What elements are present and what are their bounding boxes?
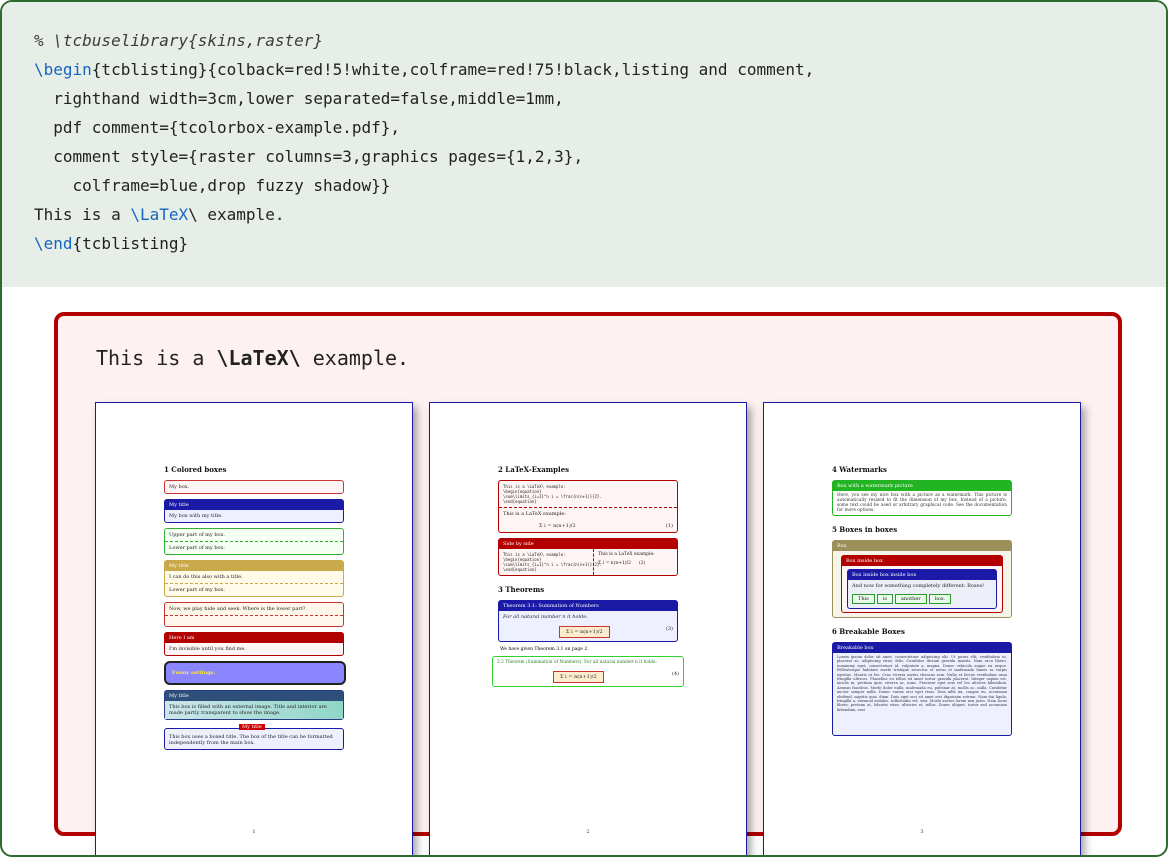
code-line-1: % \tcbuselibrary{skins,raster} bbox=[34, 31, 323, 50]
section-heading: 6 Breakable Boxes bbox=[832, 627, 905, 636]
section-heading: 2 LaTeX-Examples bbox=[498, 465, 570, 474]
section-heading: 5 Boxes in boxes bbox=[832, 525, 898, 534]
colored-box: Funny settings. bbox=[164, 661, 346, 685]
page-number: 2 bbox=[586, 829, 590, 835]
colored-box: Here I am I'm invisible until you find me… bbox=[164, 632, 344, 656]
code-line-2: \begin{tcblisting}{colback=red!5!white,c… bbox=[34, 60, 815, 79]
output-text: This is a \LaTeX\ example. bbox=[96, 346, 410, 370]
code-listing: % \tcbuselibrary{skins,raster} \begin{tc… bbox=[2, 2, 1166, 287]
reference-text: We have given Theorem 3.1 on page 2. bbox=[500, 647, 589, 652]
output-box: This is a \LaTeX\ example. 1 Colored box… bbox=[54, 312, 1122, 855]
section-heading: 3 Theorems bbox=[498, 585, 545, 594]
watermark-box: Box with a watermark picture Here, you s… bbox=[832, 480, 1012, 516]
side-by-side-box: Side by side This is a \LaTeX\ example: … bbox=[498, 538, 678, 576]
colored-box: My title My box with my title. bbox=[164, 499, 344, 523]
theorem-box: Theorem 3.1: Summation of Numbers For al… bbox=[498, 600, 678, 642]
code-line-3: righthand width=3cm,lower separated=fals… bbox=[34, 89, 564, 108]
code-line-8: \end{tcblisting} bbox=[34, 234, 189, 253]
section-heading: 4 Watermarks bbox=[832, 465, 887, 474]
pdf-page-3: 4 Watermarks Box with a watermark pictur… bbox=[763, 402, 1081, 855]
inner-inner-box: Box inside box inside box And now for so… bbox=[847, 569, 997, 609]
theorem-box: 3.2 Theorem (Summation of Numbers): For … bbox=[492, 656, 684, 687]
colored-box: My title I can do this also with a title.… bbox=[164, 560, 344, 597]
outer-box: Box Box inside box Box inside box inside… bbox=[832, 540, 1012, 618]
pdf-page-2: 2 LaTeX-Examples This is a \LaTeX\ examp… bbox=[429, 402, 747, 855]
page-number: 3 bbox=[920, 829, 924, 835]
colored-box: My title This box uses a boxed title. The… bbox=[164, 724, 344, 750]
section-heading: 1 Colored boxes bbox=[164, 465, 227, 474]
code-line-4: pdf comment={tcolorbox-example.pdf}, bbox=[34, 118, 401, 137]
inner-box: Box inside box Box inside box inside box… bbox=[841, 555, 1003, 613]
code-line-6: colframe=blue,drop fuzzy shadow}} bbox=[34, 176, 391, 195]
example-frame: % \tcbuselibrary{skins,raster} \begin{tc… bbox=[0, 0, 1168, 857]
colored-box: My title This box is filled with an exter… bbox=[164, 690, 344, 720]
page-number: 1 bbox=[252, 829, 256, 835]
latex-example-box: This is a \LaTeX\ example: \begin{equati… bbox=[498, 480, 678, 533]
code-line-7: This is a \LaTeX\ example. bbox=[34, 205, 285, 224]
colored-box: Upper part of my box. Lower part of my bo… bbox=[164, 528, 344, 555]
code-line-5: comment style={raster columns=3,graphics… bbox=[34, 147, 584, 166]
breakable-box: Breakable box Lorem ipsum dolor sit amet… bbox=[832, 642, 1012, 736]
pdf-page-1: 1 Colored boxes My box. My title My box w… bbox=[95, 402, 413, 855]
colored-box: My box. bbox=[164, 480, 344, 494]
colored-box: Now, we play hide and seek. Where is the… bbox=[164, 602, 344, 627]
